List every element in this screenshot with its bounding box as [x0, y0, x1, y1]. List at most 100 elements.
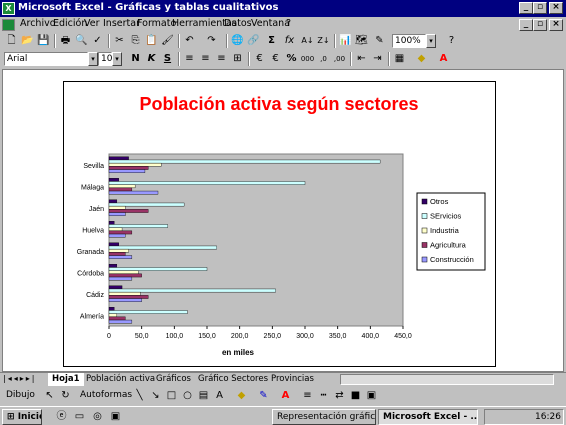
rotate-icon[interactable]: ↻	[58, 389, 73, 403]
chart-sheet[interactable]: Población activa según sectores 0 50,0 100…	[63, 81, 496, 367]
zoom-dropdown-icon[interactable]: ▾	[426, 34, 436, 48]
bar-5-1	[108, 267, 208, 271]
align-left-icon[interactable]: ≡	[182, 52, 197, 66]
map-icon[interactable]: 🗺	[354, 34, 369, 48]
tab-graficos[interactable]: Gráficos	[156, 373, 191, 386]
bar-2-4	[108, 212, 126, 216]
menu-help[interactable]: ?	[286, 18, 291, 29]
save-icon[interactable]: 💾	[36, 34, 51, 48]
format-painter-icon[interactable]: 🖌	[160, 34, 175, 48]
sort-desc-icon[interactable]: Z↓	[316, 34, 331, 48]
sort-asc-icon[interactable]: A↓	[300, 34, 315, 48]
document-icon[interactable]	[2, 19, 15, 31]
quicklaunch-app-icon[interactable]: ▣	[108, 410, 123, 424]
new-icon[interactable]: 🗋	[4, 34, 19, 48]
help-icon[interactable]: ?	[444, 34, 459, 48]
paste-icon[interactable]: 📋	[144, 34, 159, 48]
doc-minimize-icon[interactable]: _	[519, 19, 533, 31]
print-icon[interactable]: 🖶	[58, 34, 73, 48]
bar-0-3	[108, 166, 149, 170]
fill-color-icon[interactable]: ◆	[414, 52, 429, 66]
drawing-icon[interactable]: ✎	[372, 34, 387, 48]
redo-icon[interactable]: ↷	[204, 34, 219, 48]
chart-wizard-icon[interactable]: 📊	[338, 34, 353, 48]
menu-edicion[interactable]: Edición	[53, 18, 87, 29]
cut-icon[interactable]: ✂	[112, 34, 127, 48]
arrow-style-icon[interactable]: ⇄	[332, 389, 347, 403]
copy-icon[interactable]: ⎘	[128, 34, 143, 48]
quicklaunch-channels-icon[interactable]: ◎	[90, 410, 105, 424]
font-name-select[interactable]: Arial	[4, 52, 88, 66]
wordart-icon[interactable]: A	[212, 389, 227, 403]
3d-icon[interactable]: ▣	[364, 389, 379, 403]
task-excel[interactable]: Microsoft Excel - ...	[378, 409, 478, 425]
font-size-select[interactable]: 10	[98, 52, 112, 66]
maximize-icon[interactable]: ▫	[533, 2, 547, 14]
tab-scroll-icon[interactable]: |◂◂▸▸|	[3, 374, 36, 383]
line-style-icon[interactable]: ≡	[300, 389, 315, 403]
increase-indent-icon[interactable]: ⇥	[370, 52, 385, 66]
tab-provincias[interactable]: Provincias	[271, 373, 314, 386]
horizontal-scrollbar[interactable]	[340, 374, 554, 385]
menu-ver[interactable]: Ver	[84, 18, 100, 29]
menu-ventana[interactable]: Ventana	[251, 18, 290, 29]
menu-insertar[interactable]: Insertar	[103, 18, 140, 29]
start-button[interactable]: ⊞ Inicio	[2, 409, 42, 425]
font-dropdown-icon[interactable]: ▾	[88, 52, 98, 66]
line-color-icon[interactable]: ✎	[256, 389, 271, 403]
size-dropdown-icon[interactable]: ▾	[112, 52, 122, 66]
close-icon[interactable]: ×	[549, 2, 563, 14]
autoformas-menu[interactable]: Autoformas	[80, 390, 132, 400]
tab-grafico-sectores[interactable]: Gráfico Sectores	[198, 373, 268, 386]
print-preview-icon[interactable]: 🔍	[74, 34, 89, 48]
align-center-icon[interactable]: ≡	[198, 52, 213, 66]
bold-icon[interactable]: N	[128, 52, 143, 66]
quicklaunch-desktop-icon[interactable]: ▭	[72, 410, 87, 424]
rectangle-icon[interactable]: □	[164, 389, 179, 403]
merge-center-icon[interactable]: ⊞	[230, 52, 245, 66]
italic-icon[interactable]: K	[144, 52, 159, 66]
draw-font-color-icon[interactable]: A	[278, 389, 293, 403]
menu-archivo[interactable]: Archivo	[20, 18, 56, 29]
category-label: Huelva	[82, 227, 104, 234]
tab-poblacion-activa[interactable]: Población activa	[86, 373, 155, 386]
tab-hoja1[interactable]: Hoja1	[48, 373, 84, 386]
increase-decimal-icon[interactable]: ,0	[316, 52, 331, 66]
line-icon[interactable]: ╲	[132, 389, 147, 403]
function-icon[interactable]: fx	[282, 34, 297, 48]
bar-2-3	[108, 209, 149, 213]
draw-fill-icon[interactable]: ◆	[234, 389, 249, 403]
underline-icon[interactable]: S	[160, 52, 175, 66]
quicklaunch-ie-icon[interactable]: ⓔ	[54, 410, 69, 424]
spelling-icon[interactable]: ✓	[90, 34, 105, 48]
borders-icon[interactable]: ▦	[392, 52, 407, 66]
menu-formato[interactable]: Formato	[137, 18, 176, 29]
zoom-select[interactable]: 100%	[392, 34, 426, 48]
dibujo-menu[interactable]: Dibujo	[6, 390, 35, 400]
undo-icon[interactable]: ↶	[182, 34, 197, 48]
textbox-icon[interactable]: ▤	[196, 389, 211, 403]
doc-restore-icon[interactable]: ▫	[533, 19, 547, 31]
dash-style-icon[interactable]: ┅	[316, 389, 331, 403]
decrease-indent-icon[interactable]: ⇤	[354, 52, 369, 66]
excel-app-icon[interactable]: X	[2, 2, 15, 15]
arrow-icon[interactable]: ↘	[148, 389, 163, 403]
percent-icon[interactable]: %	[284, 52, 299, 66]
decrease-decimal-icon[interactable]: ,00	[332, 52, 347, 66]
web-icon[interactable]: 🌐	[230, 34, 245, 48]
menu-datos[interactable]: Datos	[224, 18, 252, 29]
shadow-icon[interactable]: ■	[348, 389, 363, 403]
hyperlink-icon[interactable]: 🔗	[246, 34, 261, 48]
doc-close-icon[interactable]: ×	[549, 19, 563, 31]
euro-icon[interactable]: €	[268, 52, 283, 66]
autosum-icon[interactable]: Σ	[264, 34, 279, 48]
currency-icon[interactable]: €	[252, 52, 267, 66]
select-objects-icon[interactable]: ↖	[42, 389, 57, 403]
minimize-icon[interactable]: _	[519, 2, 533, 14]
open-icon[interactable]: 📂	[20, 34, 35, 48]
font-color-icon[interactable]: A	[436, 52, 451, 66]
thousands-icon[interactable]: 000	[300, 52, 315, 66]
task-representacion[interactable]: Representación gráfic...	[272, 409, 376, 425]
oval-icon[interactable]: ○	[180, 389, 195, 403]
align-right-icon[interactable]: ≡	[214, 52, 229, 66]
